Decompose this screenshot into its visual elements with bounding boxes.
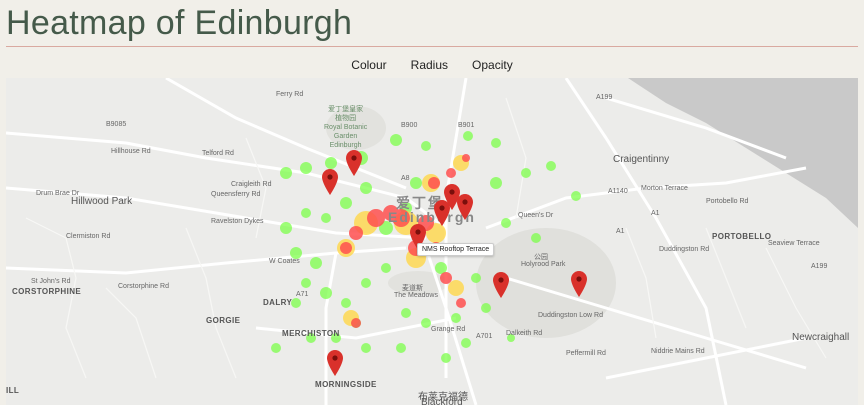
road-telford-rd: Telford Rd [202, 150, 234, 157]
map-marker-pin-icon[interactable] [322, 169, 338, 195]
road-grange-rd: Grange Rd [431, 326, 466, 333]
road-clermiston-rd: Clermiston Rd [66, 233, 111, 240]
marker-tooltip: NMS Rooftop Terrace [417, 243, 495, 256]
map-marker-pin-icon[interactable] [457, 194, 473, 220]
road-a199-east: A199 [811, 263, 828, 270]
title-divider [6, 46, 858, 47]
road-a1140: A1140 [608, 188, 628, 195]
road-a701: A701 [476, 333, 493, 340]
road-seaview-terrace: Seaview Terrace [768, 240, 820, 247]
road-duddingston-low-rd: Duddingston Low Rd [538, 312, 603, 319]
road-craigleith-rd: Craigleith Rd [231, 181, 272, 188]
road-niddrie-mains-rd: Niddrie Mains Rd [651, 348, 705, 355]
road-b901: B901 [458, 122, 475, 129]
colour-button[interactable]: Colour [349, 57, 388, 73]
road-duddingston-rd: Duddingston Rd [659, 246, 710, 253]
road-a1: A1 [651, 210, 660, 217]
road-a71: A71 [296, 291, 309, 298]
radius-button[interactable]: Radius [409, 57, 450, 73]
label-morningside: MORNINGSIDE [315, 380, 377, 389]
label-ill: ILL [6, 386, 20, 395]
map-marker-pin-icon[interactable] [571, 271, 587, 297]
label-portobello: PORTOBELLO [712, 232, 772, 241]
map-marker-pin-icon[interactable] [493, 272, 509, 298]
label-botanic-garden: 爱丁堡皇家 植物园 Royal Botanic Garden Edinburgh [324, 106, 368, 149]
map-marker-pin-icon[interactable] [327, 350, 343, 376]
opacity-button[interactable]: Opacity [470, 57, 515, 73]
road-ravelston-dykes: Ravelston Dykes [211, 218, 264, 225]
map-base [6, 78, 858, 405]
road-portobello-rd: Portobello Rd [706, 198, 749, 205]
road-peffermill-rd: Peffermill Rd [566, 350, 606, 357]
road-b900: B900 [401, 122, 418, 129]
page-title: Heatmap of Edinburgh [6, 4, 353, 42]
road-w-coates: W Coates [269, 258, 300, 265]
label-meadows: The Meadows [394, 292, 438, 299]
road-corstorphine-rd: Corstorphine Rd [118, 283, 169, 290]
road-dalkeith-rd: Dalkeith Rd [506, 330, 543, 337]
heatmap-controls: Colour Radius Opacity [0, 57, 864, 73]
map-marker-pin-icon[interactable] [346, 150, 362, 176]
map-canvas[interactable]: Ferry Rd Telford Rd Hillhouse Rd B9085 A… [6, 78, 858, 405]
road-a1-second: A1 [616, 228, 625, 235]
map-marker-pin-icon[interactable] [434, 200, 450, 226]
label-hillwood-park: Hillwood Park [71, 196, 133, 207]
label-dalry: DALRY [263, 298, 293, 307]
label-blackford: Blackford [421, 397, 463, 405]
road-hillhouse-rd: Hillhouse Rd [111, 148, 151, 155]
road-queens-dr: Queen's Dr [518, 212, 554, 219]
label-corstorphine: CORSTORPHINE [12, 287, 82, 296]
label-gorgie: GORGIE [206, 316, 241, 325]
label-newcraighall: Newcraighall [792, 332, 850, 343]
road-ferry-rd: Ferry Rd [276, 91, 304, 98]
road-a8: A8 [401, 175, 410, 182]
road-morton-terrace: Morton Terrace [641, 185, 688, 192]
road-a199: A199 [596, 94, 613, 101]
road-st-johns-rd: St John's Rd [31, 278, 71, 285]
road-queensferry-rd: Queensferry Rd [211, 191, 261, 198]
label-craigentinny: Craigentinny [613, 154, 670, 165]
label-holyrood: Holyrood Park [521, 261, 566, 268]
label-merchiston: MERCHISTON [282, 329, 340, 338]
road-b9085: B9085 [106, 121, 127, 128]
